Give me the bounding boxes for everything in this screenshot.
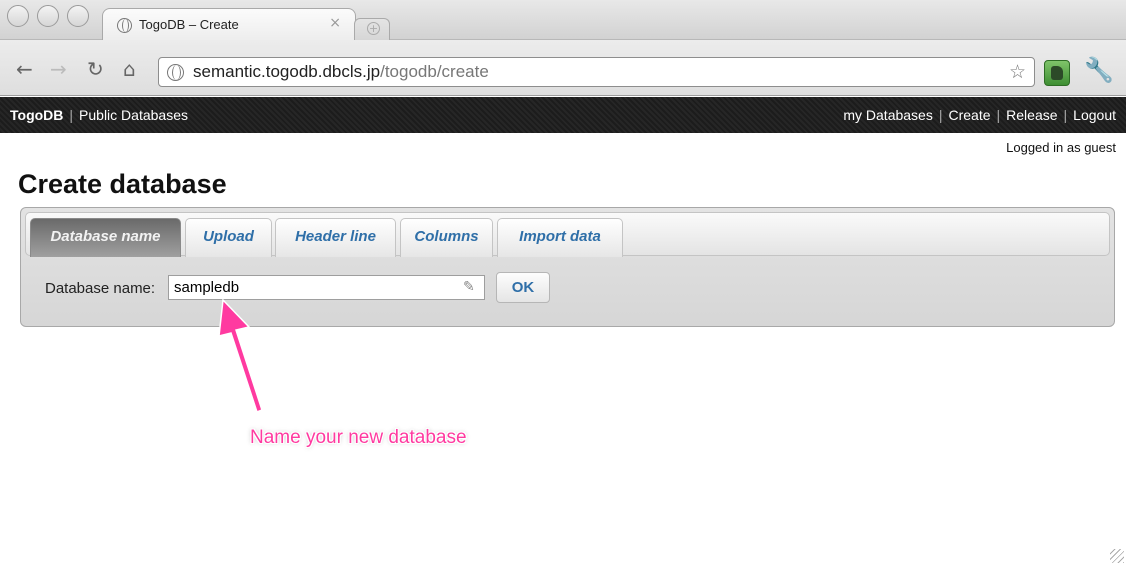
arrow-shape <box>218 298 263 413</box>
annotation-arrow <box>218 298 263 413</box>
annotation-text: Name your new database <box>250 427 467 448</box>
resize-grip-icon[interactable] <box>1110 549 1124 563</box>
